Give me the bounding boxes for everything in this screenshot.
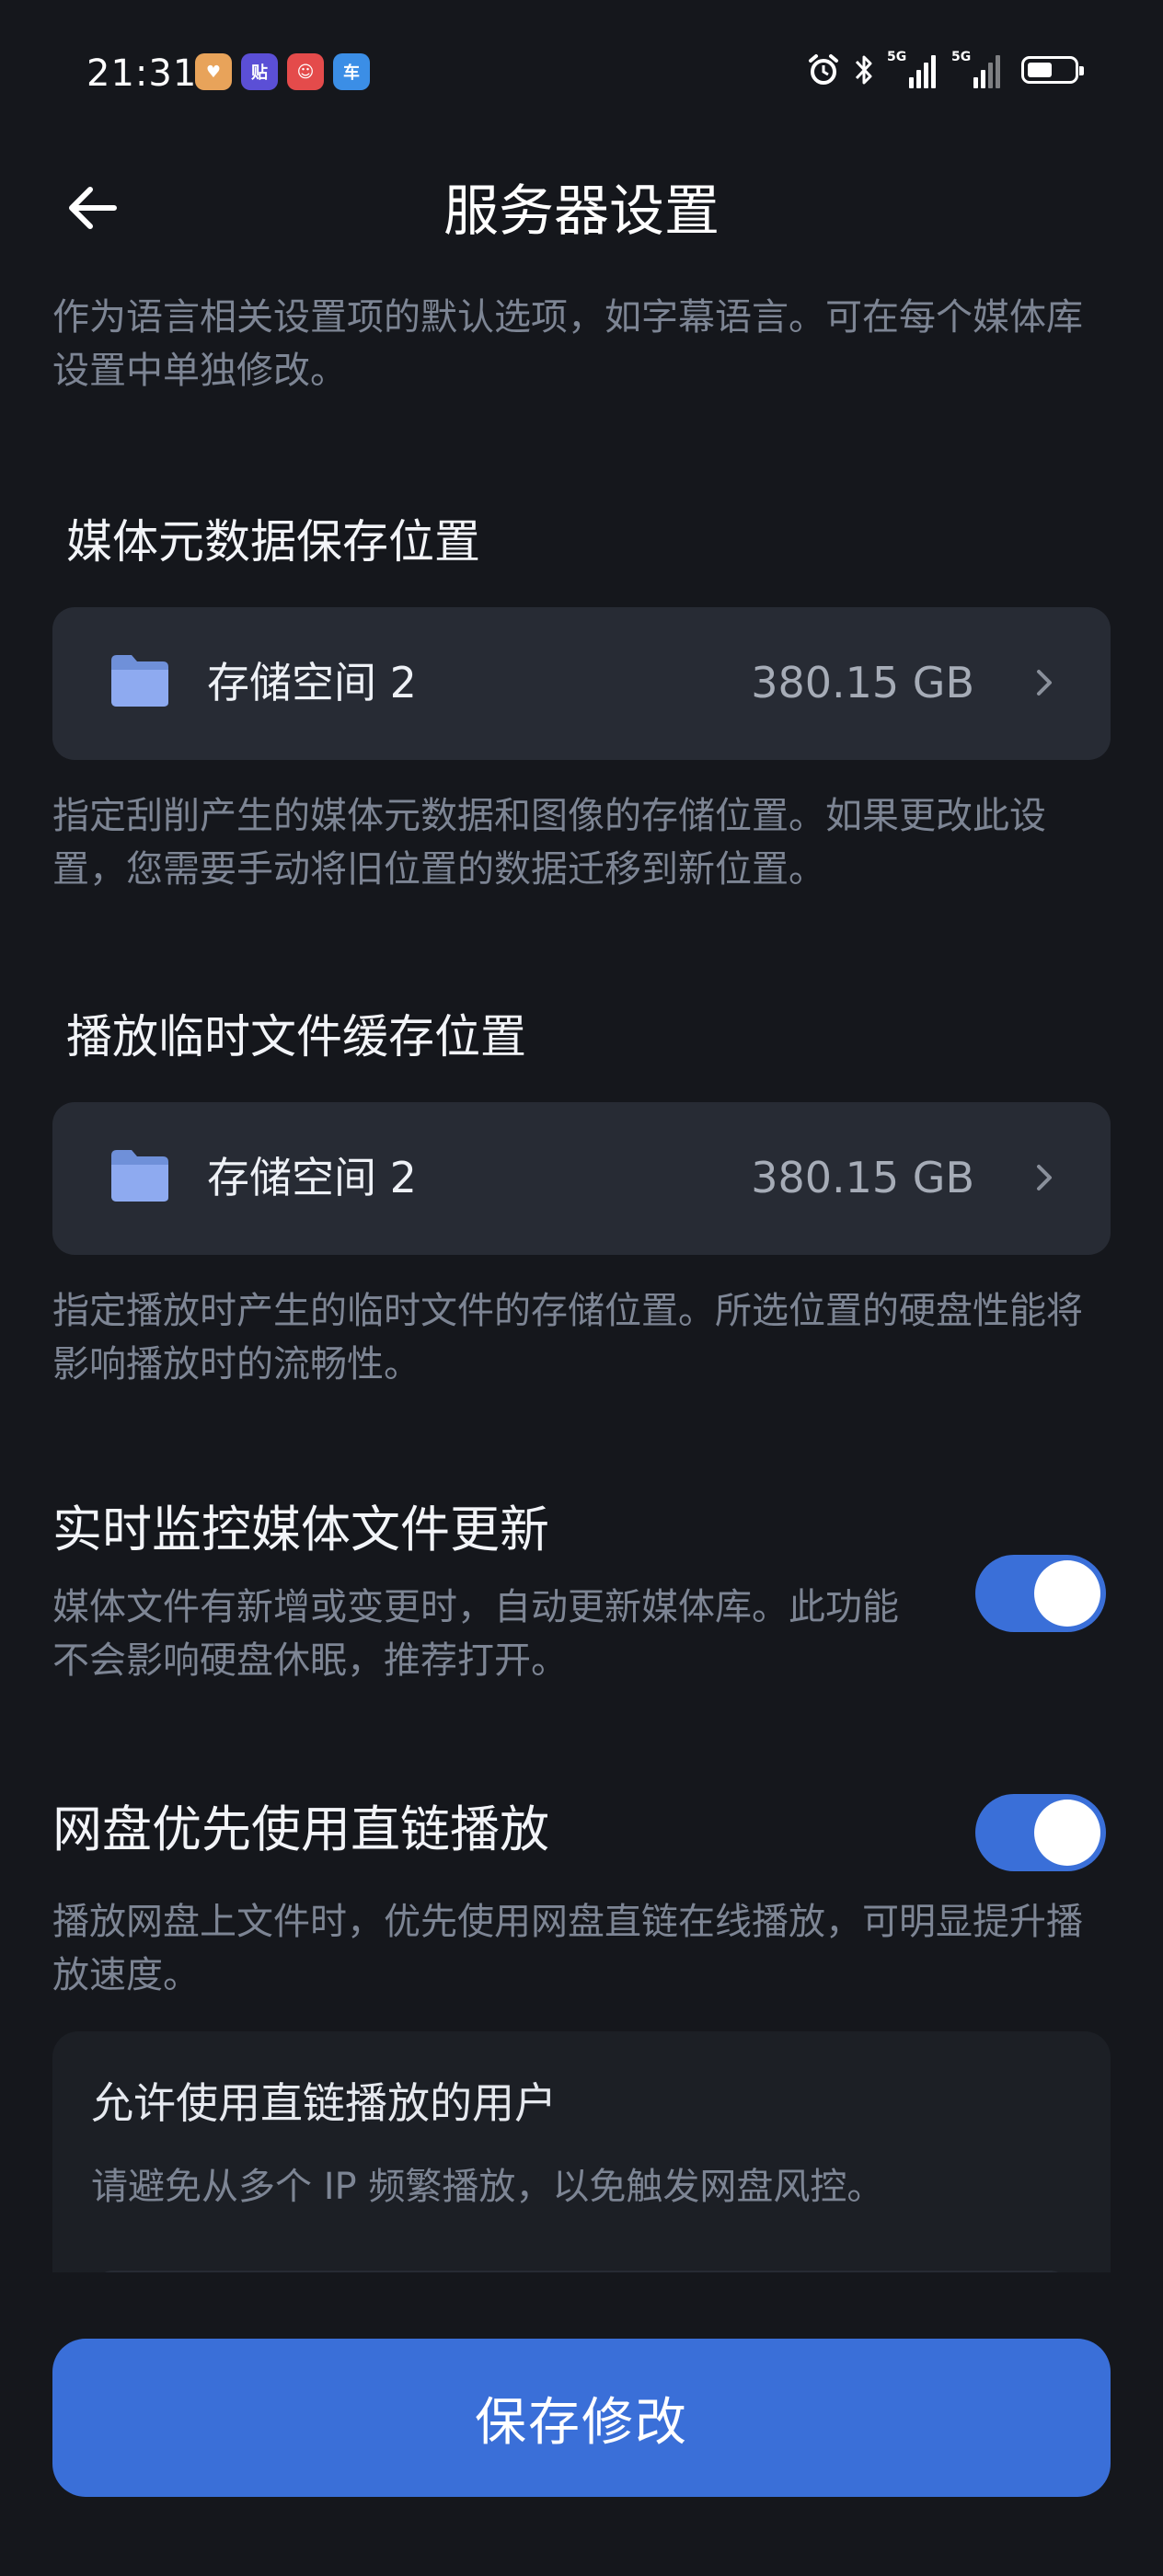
cache-storage-selector[interactable]: 存储空间 2 380.15 GB: [52, 1102, 1111, 1255]
storage-size: 380.15 GB: [751, 658, 974, 707]
cache-location-desc: 指定播放时产生的临时文件的存储位置。所选位置的硬盘性能将影响播放时的流畅性。: [52, 1290, 1083, 1386]
alarm-icon: [809, 54, 838, 85]
allowed-users-title: 允许使用直链播放的用户: [91, 2078, 557, 2128]
storage-size: 380.15 GB: [751, 1153, 974, 1202]
cache-location-title: 播放临时文件缓存位置: [66, 1010, 526, 1064]
allowed-users-card: 允许使用直链播放的用户 请避免从多个 IP 频繁播放，以免触发网盘风控。: [52, 2031, 1111, 2272]
language-default-desc: 作为语言相关设置项的默认选项，如字幕语言。可在每个媒体库设置中单独修改。: [52, 296, 1083, 392]
battery-icon: [1021, 56, 1084, 84]
toggle-knob: [1034, 1560, 1100, 1627]
allowed-users-selector[interactable]: [91, 2271, 1072, 2272]
storage-name: 存储空间 2: [207, 1153, 417, 1202]
direct-link-toggle[interactable]: [975, 1794, 1106, 1871]
folder-icon: [111, 1150, 168, 1202]
save-button[interactable]: 保存修改: [52, 2339, 1111, 2497]
realtime-monitor-toggle[interactable]: [975, 1555, 1106, 1632]
metadata-storage-selector[interactable]: 存储空间 2 380.15 GB: [52, 607, 1111, 760]
game-app-icon: ☺: [287, 53, 324, 90]
status-time: 21:31: [86, 52, 198, 95]
signal-5g-icon-2: 5G: [951, 50, 1005, 88]
realtime-monitor-desc: 媒体文件有新增或变更时，自动更新媒体库。此功能不会影响硬盘休眠，推荐打开。: [52, 1586, 899, 1682]
signal-5g-icon: 5G: [887, 50, 940, 88]
allowed-users-desc: 请避免从多个 IP 频繁播放，以免触发网盘风控。: [91, 2166, 884, 2208]
status-indicators: 5G 5G: [806, 50, 1084, 88]
car-app-icon: 车: [333, 53, 370, 90]
bluetooth-icon: [855, 55, 872, 85]
chevron-right-icon: [1037, 670, 1052, 696]
status-app-icons: ♥ 贴 ☺ 车: [195, 53, 370, 90]
tieba-app-icon: 贴: [241, 53, 278, 90]
metadata-location-title: 媒体元数据保存位置: [66, 515, 480, 569]
storage-name: 存储空间 2: [207, 658, 417, 707]
settings-content[interactable]: 作为语言相关设置项的默认选项，如字幕语言。可在每个媒体库设置中单独修改。 媒体元…: [0, 272, 1163, 2272]
metadata-location-desc: 指定刮削产生的媒体元数据和图像的存储位置。如果更改此设置，您需要手动将旧位置的数…: [52, 795, 1046, 891]
folder-icon: [111, 655, 168, 707]
heart-app-icon: ♥: [195, 53, 232, 90]
direct-link-desc: 播放网盘上文件时，优先使用网盘直链在线播放，可明显提升播放速度。: [52, 1901, 1083, 1996]
realtime-monitor-title: 实时监控媒体文件更新: [52, 1501, 549, 1558]
page-title: 服务器设置: [443, 179, 720, 244]
toggle-knob: [1034, 1800, 1100, 1866]
status-bar: 21:31 ♥ 贴 ☺ 车 5G 5G: [0, 0, 1163, 147]
chevron-right-icon: [1037, 1165, 1052, 1190]
direct-link-title: 网盘优先使用直链播放: [52, 1800, 549, 1858]
